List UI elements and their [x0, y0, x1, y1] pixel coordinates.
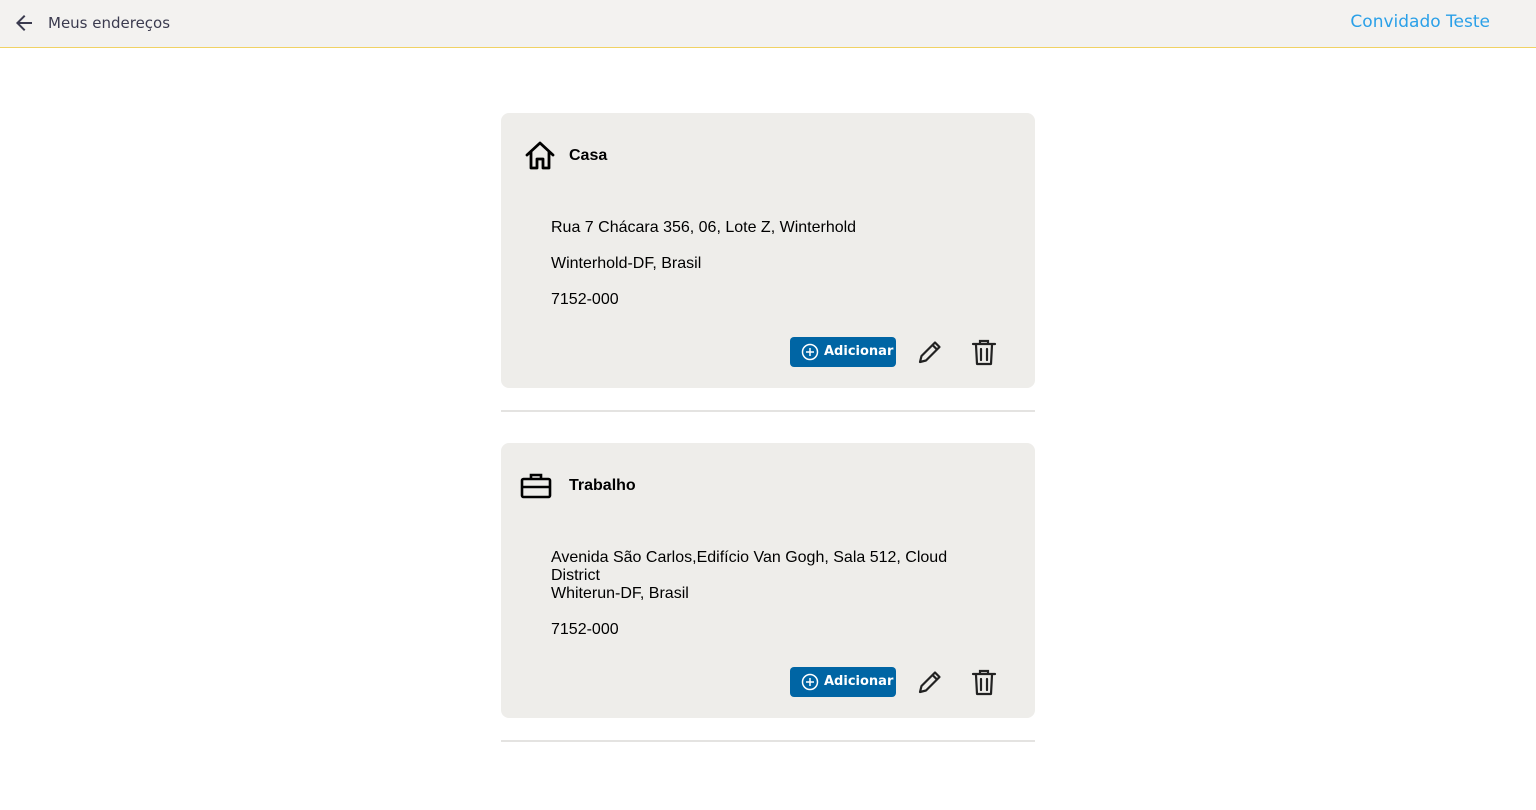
card-divider [501, 740, 1035, 742]
address-city: Winterhold-DF, Brasil [551, 255, 702, 272]
plus-circle-icon [801, 343, 819, 361]
pencil-icon[interactable] [915, 667, 945, 697]
address-zip: 7152-000 [551, 621, 619, 638]
plus-circle-icon [801, 673, 819, 691]
card-divider [501, 410, 1035, 412]
page-title: Meus endereços [48, 14, 171, 32]
trash-icon[interactable] [969, 337, 999, 367]
add-button-label: Adicionar [824, 674, 894, 689]
address-card: Trabalho Avenida São Carlos,Edifício Van… [501, 443, 1035, 718]
address-type-label: Casa [569, 147, 608, 164]
top-bar: Meus endereços Convidado Teste [0, 0, 1536, 48]
address-zip: 7152-000 [551, 291, 619, 308]
back-arrow-icon[interactable] [12, 11, 36, 35]
address-city: Whiterun-DF, Brasil [551, 585, 689, 602]
briefcase-icon [520, 473, 552, 499]
add-button-label: Adicionar [824, 344, 894, 359]
address-line: Rua 7 Chácara 356, 06, Lote Z, Winterhol… [551, 219, 857, 236]
address-card: Casa Rua 7 Chácara 356, 06, Lote Z, Wint… [501, 113, 1035, 388]
address-line: Avenida São Carlos,Edifício Van Gogh, Sa… [551, 549, 948, 584]
trash-icon[interactable] [969, 667, 999, 697]
pencil-icon[interactable] [915, 337, 945, 367]
house-icon [525, 141, 555, 170]
add-button[interactable]: Adicionar [790, 337, 896, 367]
address-type-label: Trabalho [569, 477, 636, 494]
add-button[interactable]: Adicionar [790, 667, 896, 697]
user-name-link[interactable]: Convidado Teste [1350, 12, 1490, 32]
